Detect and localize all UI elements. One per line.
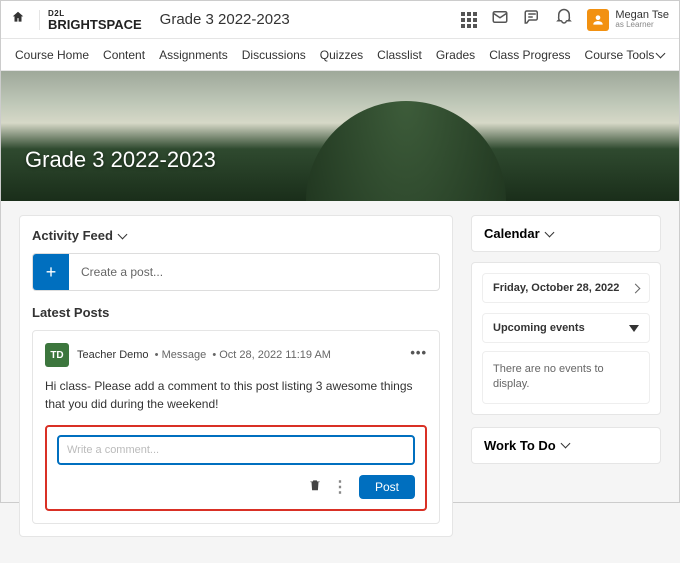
activity-feed-panel: Activity Feed + Create a post... Latest …: [19, 215, 453, 537]
chevron-down-icon: [560, 439, 570, 449]
app-switcher-icon[interactable]: [461, 12, 477, 28]
chevron-down-icon: [656, 48, 666, 58]
post-body: Hi class- Please add a comment to this p…: [45, 377, 427, 413]
nav-course-home[interactable]: Course Home: [15, 48, 89, 62]
post-timestamp: Oct 28, 2022 11:19 AM: [219, 349, 331, 361]
course-title-top: Grade 3 2022-2023: [160, 11, 290, 28]
user-avatar-icon: [587, 9, 609, 31]
home-icon[interactable]: [11, 10, 31, 29]
banner-title: Grade 3 2022-2023: [25, 147, 216, 173]
mail-icon[interactable]: [491, 8, 509, 31]
user-role: as Learner: [615, 21, 669, 30]
chevron-down-icon: [117, 229, 127, 239]
top-icon-group: [461, 8, 573, 31]
post-type: Message: [162, 349, 207, 361]
nav-discussions[interactable]: Discussions: [242, 48, 306, 62]
activity-feed-title: Activity Feed: [32, 228, 113, 243]
brightspace-logo[interactable]: D2L BRIGHTSPACE: [48, 10, 142, 30]
nav-course-tools[interactable]: Course Tools: [585, 48, 665, 62]
comment-input[interactable]: [57, 435, 415, 465]
top-bar: D2L BRIGHTSPACE Grade 3 2022-2023 Megan …: [1, 1, 679, 39]
post-author: Teacher Demo: [77, 349, 149, 361]
calendar-title: Calendar: [484, 226, 540, 241]
post-comment-button[interactable]: Post: [359, 475, 415, 499]
divider: [39, 10, 40, 30]
latest-posts-heading: Latest Posts: [32, 305, 440, 320]
work-to-do-title: Work To Do: [484, 438, 556, 453]
course-nav: Course Home Content Assignments Discussi…: [1, 39, 679, 71]
caret-down-icon: [629, 325, 639, 332]
work-to-do-header[interactable]: Work To Do: [471, 427, 661, 464]
nav-content[interactable]: Content: [103, 48, 145, 62]
logo-bottom: BRIGHTSPACE: [48, 18, 142, 31]
comment-highlight-frame: ⋮ Post: [45, 425, 427, 511]
messages-icon[interactable]: [523, 8, 541, 31]
no-events-message: There are no events to display.: [482, 351, 650, 404]
delete-comment-icon[interactable]: [308, 478, 322, 497]
upcoming-label: Upcoming events: [493, 322, 585, 334]
comment-more-icon[interactable]: ⋮: [332, 477, 349, 497]
post-more-icon[interactable]: •••: [410, 345, 427, 360]
post-meta: Teacher Demo • Message • Oct 28, 2022 11…: [77, 349, 331, 361]
calendar-body: Friday, October 28, 2022 Upcoming events…: [471, 262, 661, 415]
nav-classlist[interactable]: Classlist: [377, 48, 422, 62]
calendar-date: Friday, October 28, 2022: [493, 282, 619, 294]
calendar-header[interactable]: Calendar: [471, 215, 661, 252]
user-menu[interactable]: Megan Tse as Learner: [587, 9, 669, 31]
post-card: TD Teacher Demo • Message • Oct 28, 2022…: [32, 330, 440, 524]
post-author-avatar: TD: [45, 343, 69, 367]
chevron-right-icon: [631, 283, 641, 293]
nav-assignments[interactable]: Assignments: [159, 48, 228, 62]
nav-quizzes[interactable]: Quizzes: [320, 48, 363, 62]
calendar-date-row[interactable]: Friday, October 28, 2022: [482, 273, 650, 303]
create-post-placeholder: Create a post...: [69, 265, 163, 279]
plus-icon: +: [33, 254, 69, 290]
course-banner: Grade 3 2022-2023: [1, 71, 679, 201]
nav-grades[interactable]: Grades: [436, 48, 475, 62]
notifications-icon[interactable]: [555, 8, 573, 31]
nav-class-progress[interactable]: Class Progress: [489, 48, 570, 62]
upcoming-events-toggle[interactable]: Upcoming events: [482, 313, 650, 343]
create-post-box[interactable]: + Create a post...: [32, 253, 440, 291]
activity-feed-header[interactable]: Activity Feed: [32, 228, 440, 243]
chevron-down-icon: [544, 227, 554, 237]
